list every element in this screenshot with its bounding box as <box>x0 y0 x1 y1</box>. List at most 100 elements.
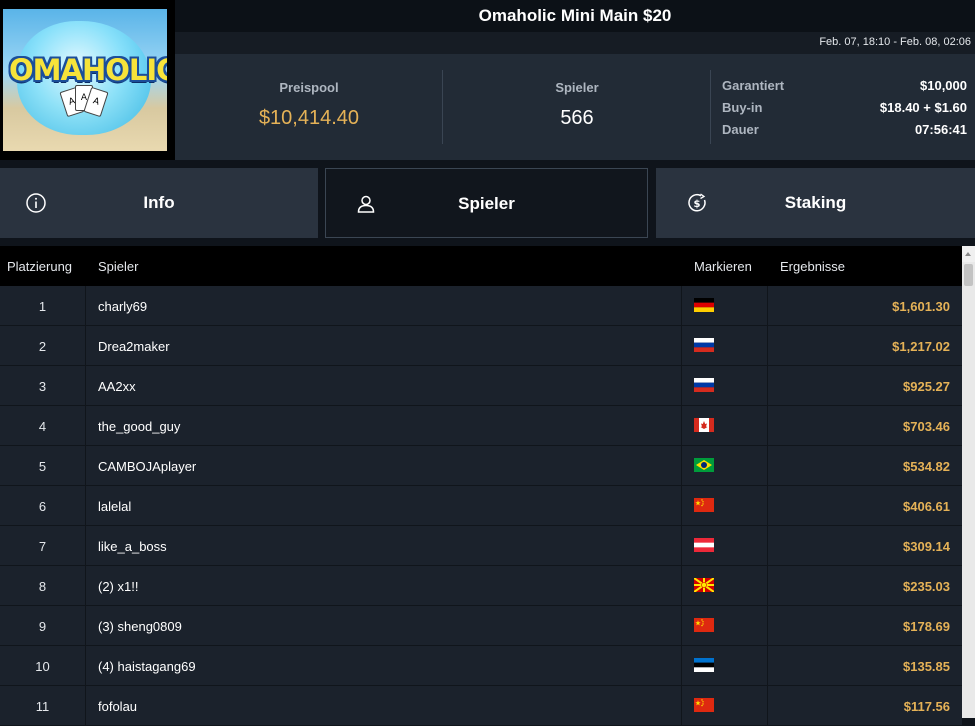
column-divider <box>85 646 86 686</box>
playing-cards-graphic: A A A <box>59 83 109 118</box>
tab-players[interactable]: Spieler <box>325 168 648 238</box>
column-divider <box>767 606 768 646</box>
row-player-name[interactable]: (3) sheng0809 <box>98 619 182 634</box>
china-flag <box>694 498 714 512</box>
row-player-name[interactable]: Drea2maker <box>98 339 170 354</box>
column-divider <box>85 366 86 406</box>
column-divider <box>85 286 86 326</box>
row-rank: 10 <box>35 659 50 674</box>
row-result: $1,217.02 <box>892 339 950 354</box>
column-header-flag[interactable]: Markieren <box>694 259 752 274</box>
date-bar: Feb. 07, 18:10 - Feb. 08, 02:06 <box>175 32 975 54</box>
scroll-thumb[interactable] <box>964 264 973 286</box>
row-rank: 3 <box>38 379 47 394</box>
scroll-up-arrow-icon[interactable] <box>962 246 975 262</box>
china-flag <box>694 698 714 712</box>
table-row[interactable]: 3 AA2xx $925.27 <box>0 366 962 406</box>
buyin-label: Buy-in <box>722 100 763 115</box>
scrollbar[interactable] <box>962 246 975 718</box>
row-rank: 8 <box>38 579 47 594</box>
column-divider <box>85 566 86 606</box>
tab-staking[interactable]: $ Staking <box>656 168 975 238</box>
column-divider <box>681 486 682 526</box>
column-divider <box>85 406 86 446</box>
row-player-name[interactable]: CAMBOJAplayer <box>98 459 196 474</box>
column-divider <box>767 286 768 326</box>
divider <box>442 70 443 144</box>
row-result: $406.61 <box>903 499 950 514</box>
brazil-flag <box>694 458 714 472</box>
prizepool-value: $10,414.40 <box>258 107 360 129</box>
column-divider <box>681 406 682 446</box>
players-label: Spieler <box>555 80 599 95</box>
column-header-results[interactable]: Ergebnisse <box>780 259 845 274</box>
row-result: $235.03 <box>903 579 950 594</box>
row-rank: 11 <box>35 699 50 714</box>
china-flag <box>694 618 714 632</box>
row-player-name[interactable]: fofolau <box>98 699 137 714</box>
row-result: $1,601.30 <box>892 299 950 314</box>
row-rank: 4 <box>38 419 47 434</box>
row-result: $178.69 <box>903 619 950 634</box>
column-divider <box>767 326 768 366</box>
row-rank: 7 <box>38 539 47 554</box>
column-divider <box>767 446 768 486</box>
row-player-name[interactable]: lalelal <box>98 499 131 514</box>
tab-staking-label: Staking <box>784 193 847 212</box>
table-row[interactable]: 1 charly69 $1,601.30 <box>0 286 962 326</box>
row-player-name[interactable]: charly69 <box>98 299 147 314</box>
table-header: Platzierung Spieler Markieren Ergebnisse <box>0 246 962 286</box>
column-divider <box>681 286 682 326</box>
table-row[interactable]: 9 (3) sheng0809 $178.69 <box>0 606 962 646</box>
column-divider <box>681 566 682 606</box>
tab-players-label: Spieler <box>458 194 515 213</box>
column-divider <box>681 686 682 726</box>
column-divider <box>767 406 768 446</box>
prizepool-stat: Preispool $10,414.40 <box>179 80 439 130</box>
column-divider <box>767 526 768 566</box>
column-header-rank[interactable]: Platzierung <box>7 259 72 274</box>
row-player-name[interactable]: like_a_boss <box>98 539 167 554</box>
logo-text: OMAHOLIC <box>9 53 167 87</box>
north-macedonia-flag <box>694 578 714 592</box>
column-divider <box>681 446 682 486</box>
row-player-name[interactable]: AA2xx <box>98 379 136 394</box>
table-row[interactable]: 10 (4) haistagang69 $135.85 <box>0 646 962 686</box>
table-row[interactable]: 7 like_a_boss $309.14 <box>0 526 962 566</box>
row-player-name[interactable]: (4) haistagang69 <box>98 659 196 674</box>
players-value: 566 <box>560 107 594 129</box>
table-row[interactable]: 4 the_good_guy $703.46 <box>0 406 962 446</box>
table-row[interactable]: 8 (2) x1!! $235.03 <box>0 566 962 606</box>
russia-flag <box>694 378 714 392</box>
tournament-title: Omaholic Mini Main $20 <box>175 0 975 32</box>
column-divider <box>85 526 86 566</box>
row-rank: 5 <box>38 459 47 474</box>
date-range: Feb. 07, 18:10 - Feb. 08, 02:06 <box>819 36 971 48</box>
tournament-logo: A A A OMAHOLIC <box>0 0 175 160</box>
row-rank: 6 <box>38 499 47 514</box>
column-divider <box>85 486 86 526</box>
column-divider <box>681 326 682 366</box>
row-result: $703.46 <box>903 419 950 434</box>
canada-flag <box>694 418 714 432</box>
row-player-name[interactable]: the_good_guy <box>98 419 180 434</box>
table-row[interactable]: 2 Drea2maker $1,217.02 <box>0 326 962 366</box>
prizepool-label: Preispool <box>279 80 339 95</box>
column-divider <box>681 366 682 406</box>
column-divider <box>85 686 86 726</box>
tab-info[interactable]: Info <box>0 168 318 238</box>
row-rank: 9 <box>38 619 47 634</box>
players-stat: Spieler 566 <box>447 80 707 130</box>
logo-image: A A A OMAHOLIC <box>3 9 167 151</box>
table-row[interactable]: 6 lalelal $406.61 <box>0 486 962 526</box>
column-header-player[interactable]: Spieler <box>98 259 138 274</box>
column-divider <box>85 606 86 646</box>
table-row[interactable]: 5 CAMBOJAplayer $534.82 <box>0 446 962 486</box>
austria-flag <box>694 538 714 552</box>
row-result: $309.14 <box>903 539 950 554</box>
duration-label: Dauer <box>722 122 759 137</box>
table-row[interactable]: 11 fofolau $117.56 <box>0 686 962 726</box>
column-divider <box>767 646 768 686</box>
row-result: $135.85 <box>903 659 950 674</box>
row-player-name[interactable]: (2) x1!! <box>98 579 138 594</box>
